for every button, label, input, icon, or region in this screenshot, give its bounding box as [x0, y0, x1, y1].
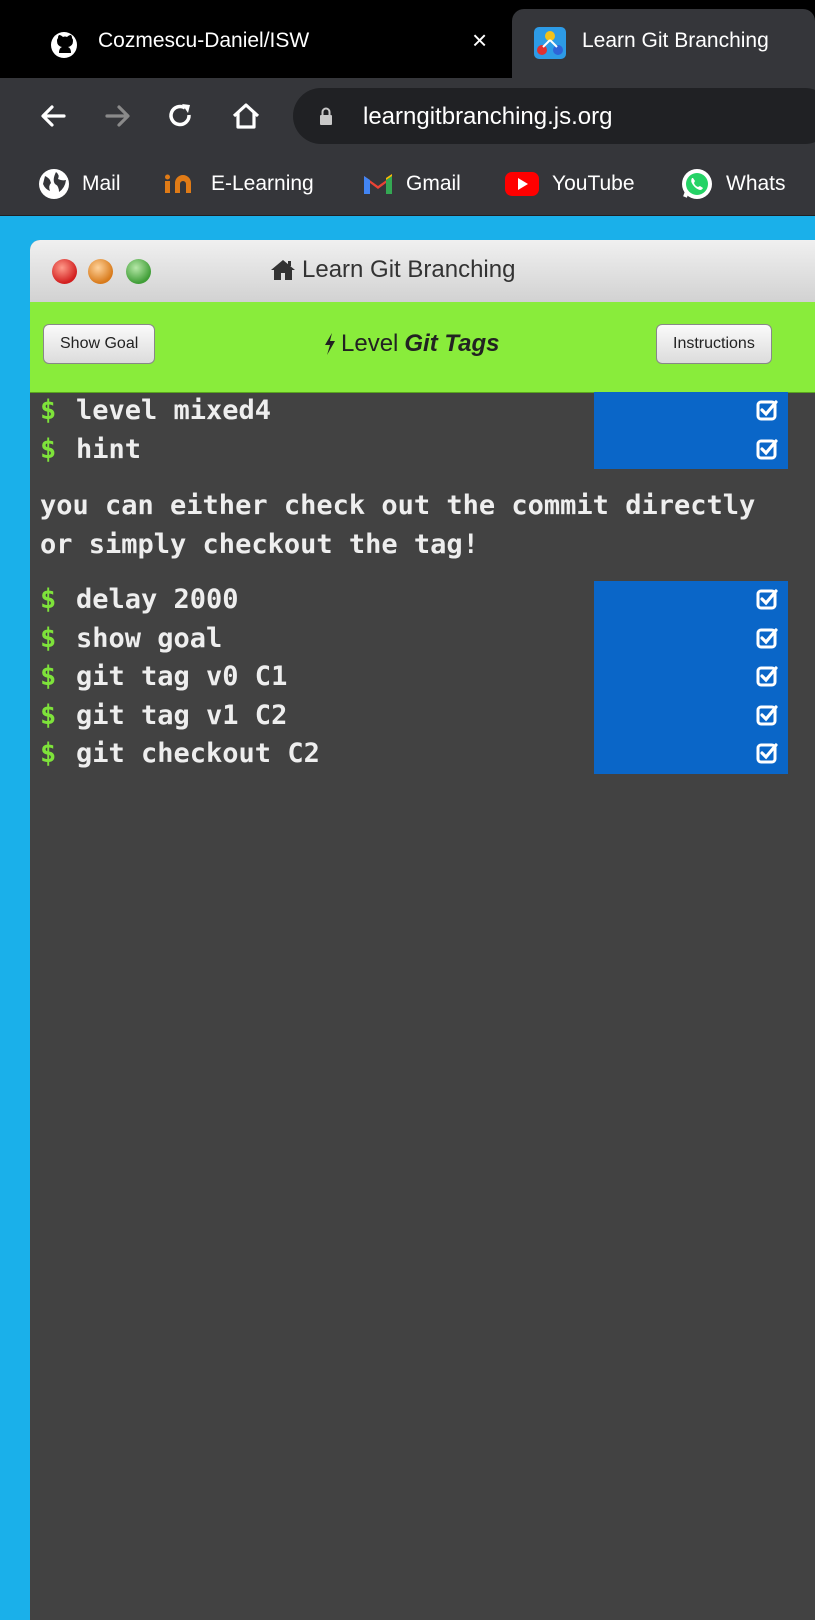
command-line: $ git tag v0 C1: [30, 658, 788, 697]
level-toolbar: Show Goal Level Git Tags Instructions: [30, 302, 815, 393]
bookmark-youtube[interactable]: YouTube: [504, 167, 635, 201]
back-button[interactable]: [35, 98, 71, 134]
command-line: $ hint: [30, 430, 788, 469]
level-prefix: Level: [341, 330, 399, 357]
arrow-right-icon: [105, 105, 130, 127]
command-line: $ git checkout C2: [30, 735, 788, 774]
command-group: $ level mixed4 $ hint: [30, 392, 788, 469]
e-learning-icon: [165, 174, 191, 193]
lightning-icon: [325, 333, 335, 355]
window-minimize-button[interactable]: [88, 259, 113, 284]
youtube-icon: [505, 172, 539, 196]
level-name: Git Tags: [404, 330, 500, 357]
gmail-icon: [364, 174, 392, 194]
prompt-symbol: $: [40, 661, 57, 692]
learn-git-branching-window: Learn Git Branching Show Goal Level Git …: [30, 240, 815, 1620]
window-maximize-button[interactable]: [126, 259, 151, 284]
lock-icon: [320, 107, 332, 125]
command-status: [594, 619, 788, 658]
prompt-symbol: $: [40, 738, 57, 769]
command-status: [594, 430, 788, 469]
home-icon: [232, 103, 260, 129]
command-status: [594, 696, 788, 735]
window-title-text: Learn Git Branching: [302, 256, 516, 283]
hint-output: you can either check out the commit dire…: [40, 490, 756, 560]
level-label: Level Git Tags: [323, 330, 500, 358]
command-status: [594, 392, 788, 431]
tab-title: Cozmescu-Daniel/ISW: [98, 29, 310, 52]
command-group: $ delay 2000 $ show goal $ git tag v0 C1…: [30, 581, 788, 774]
bookmark-e-learning[interactable]: E-Learning: [163, 167, 314, 201]
command-text: hint: [76, 433, 142, 465]
checkbox-checked-icon: [756, 743, 778, 764]
globe-icon: [39, 169, 69, 199]
command-status: [594, 735, 788, 774]
instructions-button[interactable]: Instructions: [656, 324, 772, 364]
browser-tab-strip: Cozmescu-Daniel/ISW × Learn Git Branchin…: [0, 0, 815, 78]
checkbox-checked-icon: [756, 438, 778, 459]
prompt-symbol: $: [40, 699, 57, 731]
checkbox-checked-icon: [756, 627, 778, 648]
tab-learn-git-branching[interactable]: Learn Git Branching: [512, 9, 815, 78]
forward-button[interactable]: [100, 98, 136, 134]
checkbox-checked-icon: [756, 400, 778, 421]
command-history: $ level mixed4 $ hint you can either che…: [30, 392, 815, 1620]
bookmark-mail[interactable]: Mail: [38, 167, 121, 201]
github-icon: [51, 32, 77, 58]
command-text: git tag v1 C2: [76, 699, 288, 731]
command-status: [594, 658, 788, 697]
command-status: [594, 581, 788, 620]
command-text: level mixed4: [76, 395, 272, 426]
window-close-button[interactable]: [52, 259, 77, 284]
command-text: show goal: [76, 622, 223, 654]
prompt-symbol: $: [40, 433, 57, 465]
command-line: $ level mixed4: [30, 392, 788, 431]
window-titlebar: Learn Git Branching: [30, 240, 815, 303]
tab-title: Learn Git Branching: [582, 29, 769, 52]
command-text: delay 2000: [76, 584, 239, 615]
browser-navbar: learngitbranching.js.org: [0, 78, 815, 155]
tab-github[interactable]: Cozmescu-Daniel/ISW ×: [10, 9, 510, 78]
bookmark-label: E-Learning: [211, 172, 314, 195]
learn-git-branching-icon: [534, 27, 566, 59]
checkbox-checked-icon: [756, 704, 778, 725]
url-text: learngitbranching.js.org: [363, 103, 613, 130]
command-text: git tag v0 C1: [76, 661, 288, 692]
home-button[interactable]: [228, 98, 264, 134]
bookmark-whatsapp[interactable]: Whats: [680, 167, 786, 201]
reload-icon: [169, 104, 191, 127]
bookmark-label: Gmail: [406, 172, 461, 195]
home-icon: [271, 260, 295, 280]
prompt-symbol: $: [40, 395, 57, 426]
command-line: $ delay 2000: [30, 581, 788, 620]
prompt-symbol: $: [40, 622, 57, 654]
whatsapp-icon: [682, 169, 712, 199]
show-goal-button[interactable]: Show Goal: [43, 324, 156, 364]
close-tab-icon[interactable]: ×: [472, 25, 487, 56]
bookmark-label: Whats: [726, 172, 786, 195]
command-text: git checkout C2: [76, 738, 320, 769]
reload-button[interactable]: [162, 98, 198, 134]
command-line: $ git tag v1 C2: [30, 696, 788, 735]
bookmark-label: Mail: [82, 172, 121, 195]
window-title: Learn Git Branching: [270, 256, 515, 284]
prompt-symbol: $: [40, 584, 57, 615]
bookmark-gmail[interactable]: Gmail: [362, 167, 461, 201]
bookmark-label: YouTube: [552, 172, 635, 195]
address-bar[interactable]: learngitbranching.js.org: [293, 88, 815, 144]
arrow-left-icon: [41, 105, 66, 127]
command-line: $ show goal: [30, 619, 788, 658]
checkbox-checked-icon: [756, 589, 778, 610]
checkbox-checked-icon: [756, 666, 778, 687]
bookmarks-bar: Mail E-Learning Gmail YouTube Whats: [0, 155, 815, 216]
